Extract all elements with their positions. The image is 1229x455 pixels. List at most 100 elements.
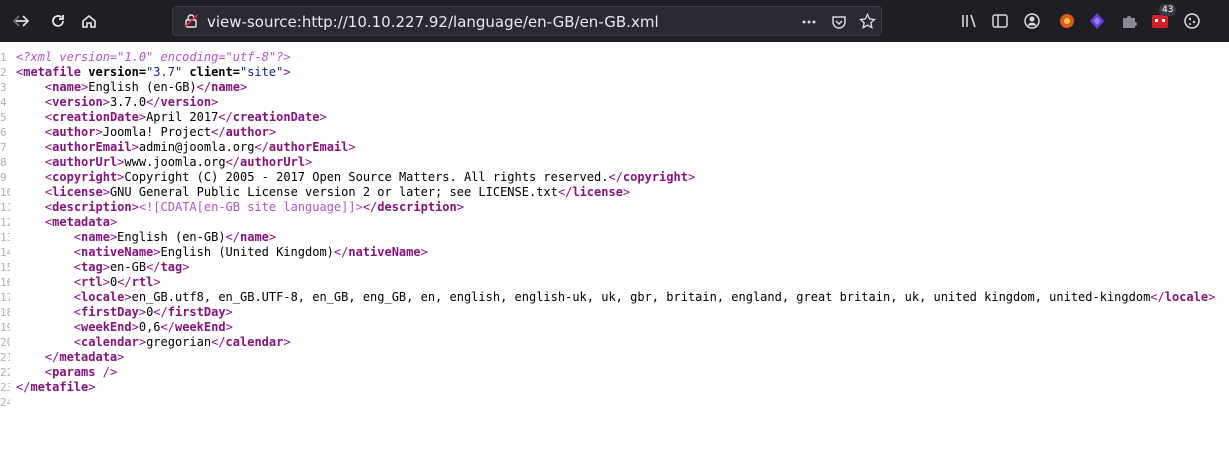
sidebar-icon[interactable] <box>991 12 1009 34</box>
element-text: English (en-GB) <box>117 230 226 244</box>
line-number: 1 <box>0 51 7 64</box>
source-line: 19 <weekEnd>0,6</weekEnd> <box>0 320 233 334</box>
address-bar[interactable]: view-source:http://10.10.227.92/language… <box>172 6 882 36</box>
line-number: 24 <box>0 396 10 409</box>
source-line: 9 <copyright>Copyright (C) 2005 - 2017 O… <box>0 170 696 184</box>
source-line: 13 <name>English (en-GB)</name> <box>0 230 277 244</box>
attr-name: client= <box>182 65 240 79</box>
line-number: 21 <box>0 351 10 364</box>
tag-name: metadata <box>59 350 118 364</box>
tag-name: rtl <box>81 275 103 289</box>
attr-value: "3.7" <box>146 65 183 79</box>
line-number: 13 <box>0 231 10 244</box>
source-line: 20 <calendar>gregorian</calendar> <box>0 335 291 349</box>
line-number: 7 <box>0 141 7 154</box>
bookmark-star-icon[interactable] <box>859 12 876 34</box>
element-text: 3.7.0 <box>109 95 147 109</box>
source-line: 17 <locale>en_GB.utf8, en_GB.UTF-8, en_G… <box>0 290 1216 304</box>
line-number: 9 <box>0 171 7 184</box>
source-line: 4 <version>3.7.0</version> <box>0 95 219 109</box>
source-line: 7 <authorEmail>admin@joomla.org</authorE… <box>0 140 356 154</box>
tag-name: params <box>52 365 96 379</box>
element-text: en-GB <box>109 260 147 274</box>
tag-name: version <box>52 95 103 109</box>
source-line: 3 <name>English (en-GB)</name> <box>0 80 248 94</box>
home-icon[interactable] <box>77 9 101 33</box>
line-number: 23 <box>0 381 10 394</box>
tag-name: metadata <box>52 215 110 229</box>
source-line: 5 <creationDate>April 2017</creationDate… <box>0 110 327 124</box>
element-text: Joomla! Project <box>102 125 212 139</box>
tag-name: metafile <box>30 380 89 394</box>
forward-arrow-icon[interactable] <box>10 9 34 33</box>
source-line: 23 </metafile> <box>0 380 96 394</box>
element-text: admin@joomla.org <box>138 140 255 154</box>
library-icon[interactable] <box>960 12 978 34</box>
line-number: 20 <box>0 336 10 349</box>
tag-name: authorUrl <box>52 155 118 169</box>
source-line: 24 <box>0 395 1229 410</box>
extension-icon[interactable] <box>1087 11 1107 35</box>
tag-name: calendar <box>81 335 139 349</box>
tag-name: tag <box>81 260 103 274</box>
extension-icon[interactable] <box>1057 11 1077 35</box>
source-line: 14 <nativeName>English (United Kingdom)<… <box>0 245 428 259</box>
line-number: 19 <box>0 321 10 334</box>
tag-name: weekEnd <box>81 320 132 334</box>
line-number: 6 <box>0 126 7 139</box>
line-number: 3 <box>0 81 7 94</box>
element-text: en_GB.utf8, en_GB.UTF-8, en_GB, eng_GB, … <box>131 290 1151 304</box>
element-text: gregorian <box>146 335 212 349</box>
source-line: 6 <author>Joomla! Project</author> <box>0 125 277 139</box>
tag-name: creationDate <box>52 110 139 124</box>
tag-name: locale <box>81 290 125 304</box>
tag-name: author <box>52 125 96 139</box>
line-number: 18 <box>0 306 10 319</box>
source-line: 18 <firstDay>0</firstDay> <box>0 305 233 319</box>
page-actions-icon[interactable] <box>801 14 817 34</box>
tag-name: metafile <box>23 65 82 79</box>
line-number: 4 <box>0 96 7 109</box>
element-text: GNU General Public License version 2 or … <box>109 185 558 199</box>
source-line: 10 <license>GNU General Public License v… <box>0 185 631 199</box>
reload-icon[interactable] <box>46 9 70 33</box>
line-number: 5 <box>0 111 7 124</box>
cdata-section: <![CDATA[en-GB site language]]> <box>138 200 363 214</box>
line-number: 16 <box>0 276 10 289</box>
source-line: 22 <params /> <box>0 365 118 379</box>
element-text: English (en-GB) <box>88 80 197 94</box>
source-line: 11 <description><![CDATA[en-GB site lang… <box>0 200 464 214</box>
attr-value: "site" <box>239 65 284 79</box>
url-text: view-source:http://10.10.227.92/language… <box>207 13 659 31</box>
cookie-extension-icon[interactable] <box>1182 11 1202 35</box>
element-text: www.joomla.org <box>124 155 226 169</box>
account-icon[interactable] <box>1023 12 1041 34</box>
line-number: 8 <box>0 156 7 169</box>
pocket-icon[interactable] <box>831 14 847 34</box>
tag-name: name <box>52 80 82 94</box>
tag-name: license <box>52 185 103 199</box>
source-line: 8 <authorUrl>www.joomla.org</authorUrl> <box>0 155 313 169</box>
element-text: 0,6 <box>138 320 161 334</box>
line-number: 22 <box>0 366 10 379</box>
tag-name: nativeName <box>81 245 154 259</box>
source-line: 1 <?xml version="1.0" encoding="utf-8"?> <box>0 50 1229 65</box>
line-number: 15 <box>0 261 10 274</box>
tag-name: description <box>52 200 132 214</box>
line-number: 10 <box>0 186 10 199</box>
line-number: 11 <box>0 201 10 214</box>
insecure-connection-icon[interactable] <box>183 13 199 33</box>
element-text: April 2017 <box>146 110 219 124</box>
puzzle-extension-icon[interactable] <box>1120 12 1138 34</box>
tag-name: name <box>81 230 110 244</box>
line-number: 17 <box>0 291 10 304</box>
line-number: 2 <box>0 66 7 79</box>
source-line: 12 <metadata> <box>0 215 118 229</box>
line-number: 12 <box>0 216 10 229</box>
element-text: Copyright (C) 2005 - 2017 Open Source Ma… <box>124 170 609 184</box>
tag-name: firstDay <box>81 305 139 319</box>
attr-name: version= <box>81 65 147 79</box>
source-line: 21 </metadata> <box>0 350 125 364</box>
browser-toolbar: view-source:http://10.10.227.92/language… <box>0 0 1229 42</box>
source-line: 16 <rtl>0</rtl> <box>0 275 161 289</box>
